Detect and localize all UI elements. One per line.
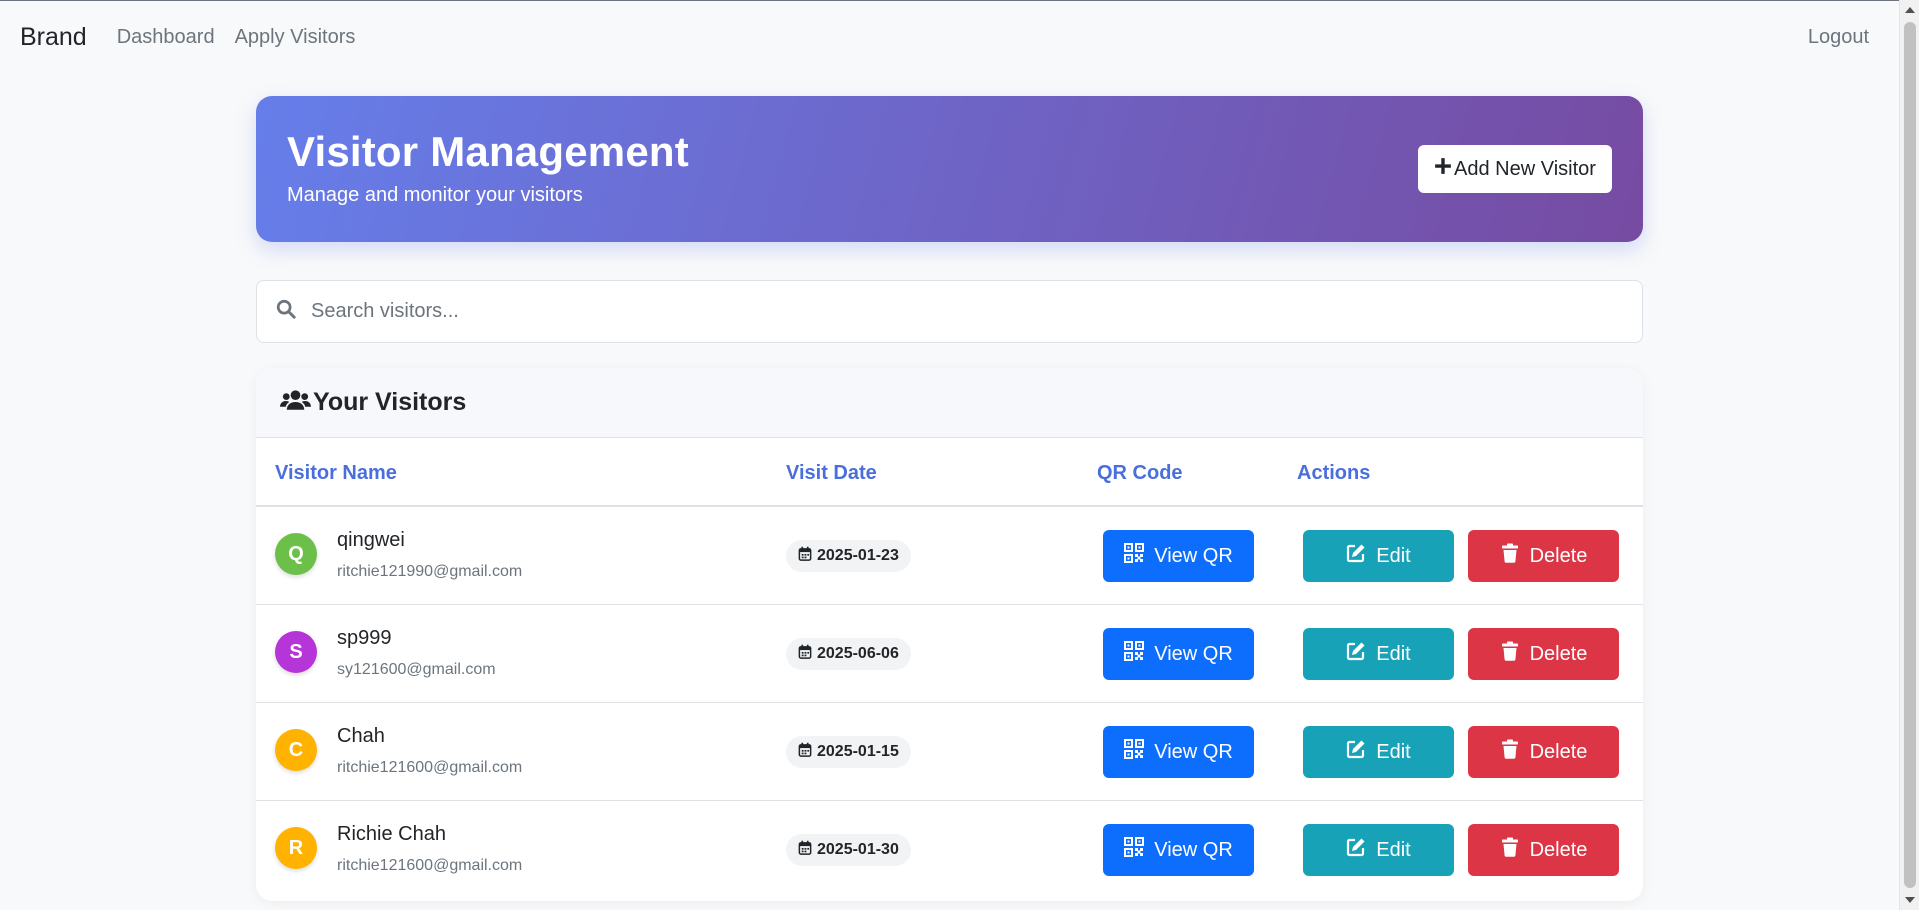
visitor-email: sy121600@gmail.com	[337, 661, 496, 678]
edit-button[interactable]: Edit	[1303, 726, 1454, 778]
qrcode-icon	[1124, 739, 1145, 765]
calendar-icon	[798, 840, 812, 860]
edit-button[interactable]: Edit	[1303, 824, 1454, 876]
edit-label: Edit	[1376, 544, 1411, 567]
edit-label: Edit	[1376, 838, 1411, 861]
delete-button[interactable]: Delete	[1468, 726, 1619, 778]
edit-icon	[1346, 739, 1366, 765]
scroll-up-arrow-icon[interactable]	[1905, 7, 1915, 13]
column-header-qr-code[interactable]: QR Code	[1097, 462, 1183, 485]
avatar: Q	[275, 533, 317, 575]
table-row: C Chah ritchie121600@gmail.com 2025-01-1…	[256, 703, 1643, 801]
visitor-name: Chah	[337, 725, 385, 747]
scroll-down-arrow-icon[interactable]	[1905, 897, 1915, 903]
visit-date-badge: 2025-01-30	[786, 834, 911, 866]
view-qr-label: View QR	[1154, 838, 1233, 861]
avatar: R	[275, 827, 317, 869]
table-header: Visitor Name Visit Date QR Code Actions	[256, 438, 1643, 507]
visitor-name: qingwei	[337, 529, 405, 551]
visitor-name: Richie Chah	[337, 823, 446, 845]
edit-label: Edit	[1376, 740, 1411, 763]
view-qr-label: View QR	[1154, 740, 1233, 763]
visitor-email: ritchie121600@gmail.com	[337, 857, 523, 874]
qrcode-icon	[1124, 641, 1145, 667]
edit-icon	[1346, 543, 1366, 569]
visitors-card-header: Your Visitors	[256, 368, 1643, 438]
visitors-card-title: Your Visitors	[313, 388, 467, 416]
nav-link-apply-visitors[interactable]: Apply Visitors	[235, 26, 356, 49]
table-row: R Richie Chah ritchie121600@gmail.com 20…	[256, 801, 1643, 899]
search-bar	[256, 280, 1643, 343]
qrcode-icon	[1124, 543, 1145, 569]
column-header-visit-date[interactable]: Visit Date	[786, 462, 877, 485]
brand-logo[interactable]: Brand	[20, 23, 87, 52]
hero-banner: Visitor Management Manage and monitor yo…	[256, 96, 1643, 242]
delete-label: Delete	[1529, 740, 1588, 763]
visitor-name: sp999	[337, 627, 392, 649]
view-qr-button[interactable]: View QR	[1103, 824, 1254, 876]
navbar: Brand Dashboard Apply Visitors Logout	[0, 1, 1899, 73]
edit-button[interactable]: Edit	[1303, 530, 1454, 582]
page-subtitle: Manage and monitor your visitors	[287, 184, 583, 206]
trash-icon	[1500, 739, 1520, 765]
delete-label: Delete	[1529, 544, 1588, 567]
trash-icon	[1500, 641, 1520, 667]
logout-link[interactable]: Logout	[1808, 26, 1869, 49]
nav-link-dashboard[interactable]: Dashboard	[117, 26, 215, 49]
visitors-card: Your Visitors Visitor Name Visit Date QR…	[256, 368, 1643, 901]
delete-label: Delete	[1529, 838, 1588, 861]
trash-icon	[1500, 543, 1520, 569]
qrcode-icon	[1124, 837, 1145, 863]
column-header-actions[interactable]: Actions	[1297, 462, 1370, 485]
view-qr-button[interactable]: View QR	[1103, 726, 1254, 778]
visit-date-text: 2025-01-23	[817, 547, 899, 564]
visitor-email: ritchie121600@gmail.com	[337, 759, 523, 776]
view-qr-button[interactable]: View QR	[1103, 628, 1254, 680]
column-header-visitor-name[interactable]: Visitor Name	[275, 462, 397, 485]
edit-label: Edit	[1376, 642, 1411, 665]
page-scrollbar[interactable]	[1899, 0, 1919, 910]
trash-icon	[1500, 837, 1520, 863]
visit-date-text: 2025-01-30	[817, 841, 899, 858]
edit-icon	[1346, 641, 1366, 667]
delete-button[interactable]: Delete	[1468, 628, 1619, 680]
visit-date-text: 2025-06-06	[817, 645, 899, 662]
delete-button[interactable]: Delete	[1468, 530, 1619, 582]
users-icon	[280, 388, 311, 417]
plus-icon	[1434, 157, 1452, 181]
visit-date-badge: 2025-01-23	[786, 540, 911, 572]
page-title: Visitor Management	[287, 128, 689, 175]
delete-label: Delete	[1529, 642, 1588, 665]
visitor-table-body: Q qingwei ritchie121990@gmail.com 2025-0…	[256, 507, 1643, 899]
edit-button[interactable]: Edit	[1303, 628, 1454, 680]
visit-date-badge: 2025-01-15	[786, 736, 911, 768]
visit-date-text: 2025-01-15	[817, 743, 899, 760]
calendar-icon	[798, 644, 812, 664]
view-qr-label: View QR	[1154, 642, 1233, 665]
table-row: Q qingwei ritchie121990@gmail.com 2025-0…	[256, 507, 1643, 605]
search-input[interactable]	[311, 300, 1611, 323]
search-icon	[275, 298, 297, 325]
delete-button[interactable]: Delete	[1468, 824, 1619, 876]
calendar-icon	[798, 546, 812, 566]
avatar: C	[275, 729, 317, 771]
edit-icon	[1346, 837, 1366, 863]
visit-date-badge: 2025-06-06	[786, 638, 911, 670]
visitor-email: ritchie121990@gmail.com	[337, 563, 523, 580]
add-new-visitor-label: Add New Visitor	[1454, 157, 1596, 180]
view-qr-button[interactable]: View QR	[1103, 530, 1254, 582]
calendar-icon	[798, 742, 812, 762]
table-row: S sp999 sy121600@gmail.com 2025-06-06 Vi…	[256, 605, 1643, 703]
scrollbar-thumb[interactable]	[1904, 22, 1916, 888]
avatar: S	[275, 631, 317, 673]
view-qr-label: View QR	[1154, 544, 1233, 567]
add-new-visitor-button[interactable]: Add New Visitor	[1418, 145, 1612, 193]
